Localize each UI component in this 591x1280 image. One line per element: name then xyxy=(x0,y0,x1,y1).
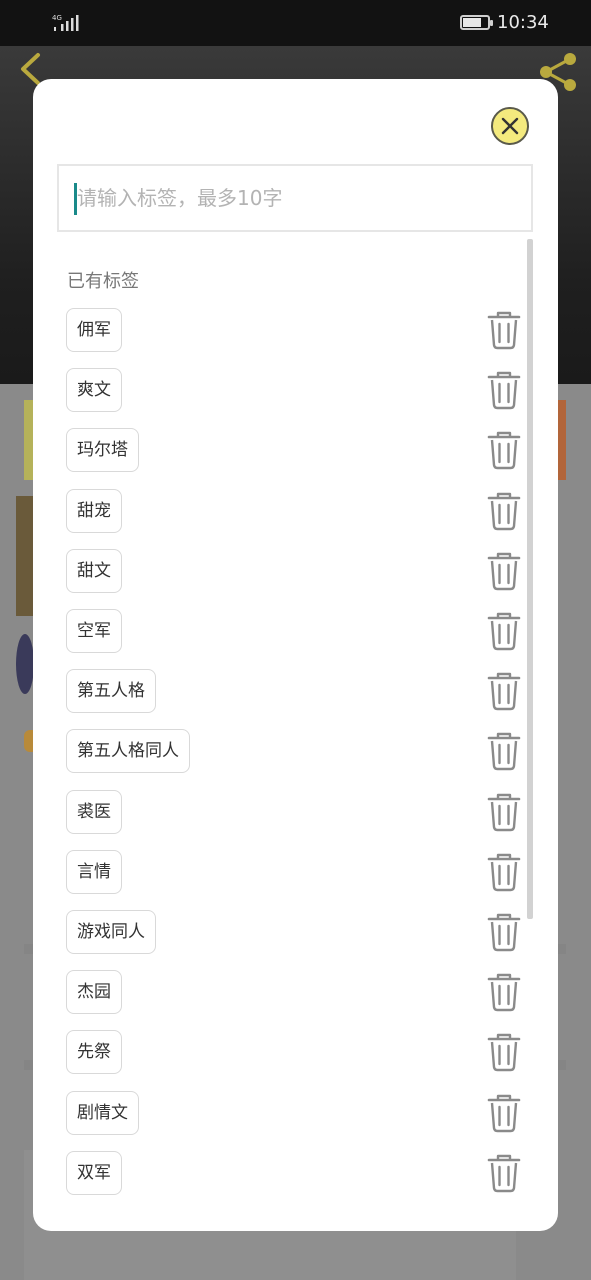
tag-row: 言情 xyxy=(66,849,526,896)
tag-chip[interactable]: 爽文 xyxy=(66,368,122,413)
tag-row: 裘医 xyxy=(66,789,526,836)
tag-chip[interactable]: 空军 xyxy=(66,609,122,653)
delete-tag-button[interactable] xyxy=(485,310,523,350)
delete-tag-button[interactable] xyxy=(485,1032,523,1072)
tag-chip[interactable]: 游戏同人 xyxy=(66,910,156,954)
tag-chip[interactable]: 甜文 xyxy=(66,548,122,593)
tag-row: 甜宠 xyxy=(66,488,526,535)
delete-tag-button[interactable] xyxy=(485,671,523,711)
tag-chip[interactable]: 杰园 xyxy=(66,970,122,1015)
trash-icon xyxy=(487,1094,521,1132)
tag-chip[interactable]: 裘医 xyxy=(66,789,122,834)
scrollbar-thumb[interactable] xyxy=(527,239,533,919)
trash-icon xyxy=(487,1154,521,1192)
tag-row: 第五人格 xyxy=(66,669,526,715)
tag-editor-dialog: 已有标签 佣军爽文玛尔塔甜宠甜文空军第五人格第五人格同人裘医言情游戏同人杰园先祭… xyxy=(33,79,558,1231)
delete-tag-button[interactable] xyxy=(485,852,523,892)
trash-icon xyxy=(487,733,521,771)
tag-chip[interactable]: 先祭 xyxy=(66,1030,122,1075)
close-button[interactable] xyxy=(491,107,529,145)
tag-chip[interactable]: 第五人格同人 xyxy=(66,729,190,774)
tag-chip[interactable]: 玛尔塔 xyxy=(66,428,139,473)
close-icon xyxy=(501,117,519,135)
tag-input[interactable] xyxy=(59,166,531,230)
delete-tag-button[interactable] xyxy=(485,1093,523,1133)
trash-icon xyxy=(487,973,521,1012)
delete-tag-button[interactable] xyxy=(485,491,523,531)
delete-tag-button[interactable] xyxy=(485,430,523,470)
tag-chip[interactable]: 剧情文 xyxy=(66,1090,139,1135)
tag-row: 第五人格同人 xyxy=(66,729,526,775)
delete-tag-button[interactable] xyxy=(485,792,523,832)
tag-row: 玛尔塔 xyxy=(66,428,526,474)
trash-icon xyxy=(487,432,521,470)
delete-tag-button[interactable] xyxy=(485,1153,523,1193)
tag-chip[interactable]: 言情 xyxy=(66,849,122,894)
tag-chip[interactable]: 双军 xyxy=(66,1150,122,1195)
signal-icon: 4G xyxy=(52,14,79,31)
trash-icon xyxy=(487,371,521,410)
delete-tag-button[interactable] xyxy=(485,370,523,410)
delete-tag-button[interactable] xyxy=(485,972,523,1012)
tag-row: 双军 xyxy=(66,1150,526,1197)
text-caret xyxy=(74,183,77,215)
trash-icon xyxy=(487,612,521,651)
tag-chip[interactable]: 佣军 xyxy=(66,308,122,352)
delete-tag-button[interactable] xyxy=(485,912,523,952)
trash-icon xyxy=(487,793,521,831)
section-label: 已有标签 xyxy=(67,271,139,292)
trash-icon xyxy=(487,672,521,711)
tag-row: 甜文 xyxy=(66,548,526,595)
trash-icon xyxy=(487,492,521,530)
tag-row: 杰园 xyxy=(66,970,526,1016)
tag-chip[interactable]: 甜宠 xyxy=(66,488,122,533)
delete-tag-button[interactable] xyxy=(485,551,523,591)
delete-tag-button[interactable] xyxy=(485,611,523,651)
status-time: 10:34 xyxy=(497,12,549,33)
trash-icon xyxy=(487,853,521,891)
tag-row: 佣军 xyxy=(66,308,526,354)
tag-row: 爽文 xyxy=(66,368,526,414)
tag-row: 游戏同人 xyxy=(66,910,526,956)
battery-icon xyxy=(460,15,493,30)
trash-icon xyxy=(487,1034,521,1072)
tag-chip[interactable]: 第五人格 xyxy=(66,669,156,714)
trash-icon xyxy=(487,913,521,952)
status-bar: 4G 10:34 xyxy=(0,0,591,46)
tag-row: 先祭 xyxy=(66,1030,526,1076)
tag-input-container xyxy=(57,164,533,232)
svg-text:4G: 4G xyxy=(52,14,62,22)
tag-list[interactable]: 已有标签 佣军爽文玛尔塔甜宠甜文空军第五人格第五人格同人 裘医言情游戏同人杰园先祭… xyxy=(33,239,558,1231)
delete-tag-button[interactable] xyxy=(485,731,523,771)
trash-icon xyxy=(487,552,521,590)
tag-row: 空军 xyxy=(66,609,526,655)
trash-icon xyxy=(487,311,521,350)
tag-row: 剧情文 xyxy=(66,1090,526,1137)
